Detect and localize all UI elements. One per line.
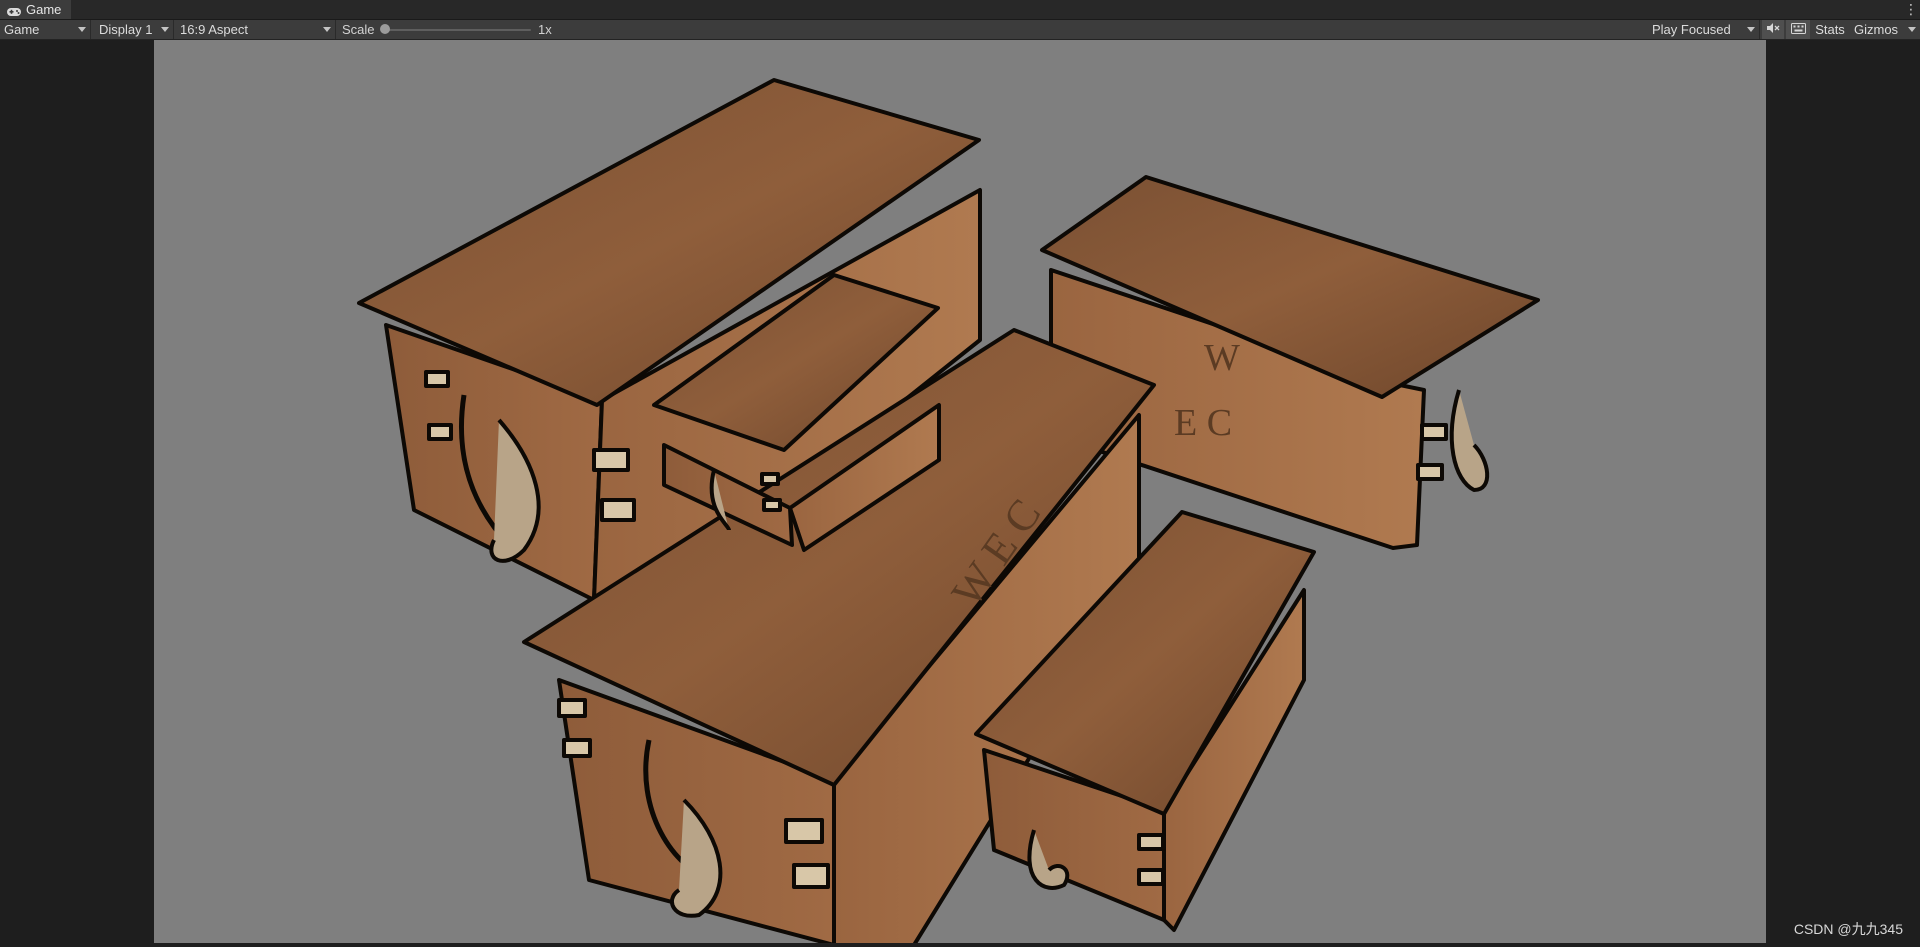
gizmos-label: Gizmos [1854,22,1899,37]
chevron-down-icon [1908,27,1916,32]
scale-slider-track[interactable] [385,29,531,31]
display-dropdown[interactable]: Display 1 [95,20,174,39]
chevron-down-icon [1747,27,1755,32]
scene-render: W E C W E C [357,78,1540,943]
gizmos-dropdown[interactable]: Gizmos [1850,20,1920,39]
keyboard-shortcuts-icon [1790,22,1806,37]
svg-text:E C: E C [1174,402,1232,444]
scale-label: Scale [342,22,375,37]
aspect-dropdown[interactable]: 16:9 Aspect [176,20,336,39]
chevron-down-icon [161,27,169,32]
game-toolbar: Game Display 1 16:9 Aspect Scale 1x Play… [0,20,1920,40]
tab-game[interactable]: Game [0,0,72,19]
game-viewport[interactable]: W E C W E C [154,40,1766,943]
stats-label: Stats [1815,22,1845,37]
chevron-down-icon [323,27,331,32]
scale-value: 1x [538,22,552,37]
play-mode-label: Play Focused [1652,22,1731,37]
more-options-icon[interactable]: ⋮ [1904,0,1918,19]
gamepad-icon [6,5,22,16]
aspect-dropdown-label: 16:9 Aspect [180,22,248,37]
mute-audio-button[interactable] [1762,20,1784,39]
tab-bar: Game ⋮ [0,0,1920,20]
play-mode-dropdown[interactable]: Play Focused [1648,20,1760,39]
mode-dropdown-label: Game [4,22,40,37]
mode-dropdown[interactable]: Game [0,20,91,39]
svg-text:W: W [1204,337,1240,379]
mute-audio-icon [1766,22,1780,37]
watermark-text: CSDN @九九345 [1793,921,1903,937]
display-dropdown-label: Display 1 [99,22,153,37]
scale-slider-thumb[interactable] [380,24,390,34]
shortcuts-button[interactable] [1786,20,1810,39]
tab-title: Game [26,2,62,17]
stats-button[interactable]: Stats [1812,20,1848,39]
chevron-down-icon [78,27,86,32]
